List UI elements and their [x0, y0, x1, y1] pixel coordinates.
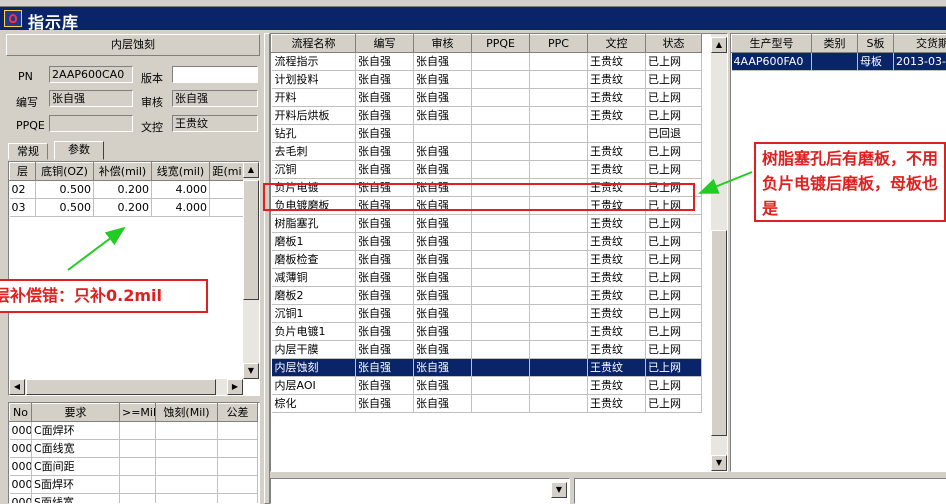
- arrow-to-compensation-icon: [68, 228, 124, 270]
- annotation-arrows: [0, 0, 946, 502]
- arrow-to-grinding-row-icon: [700, 172, 752, 193]
